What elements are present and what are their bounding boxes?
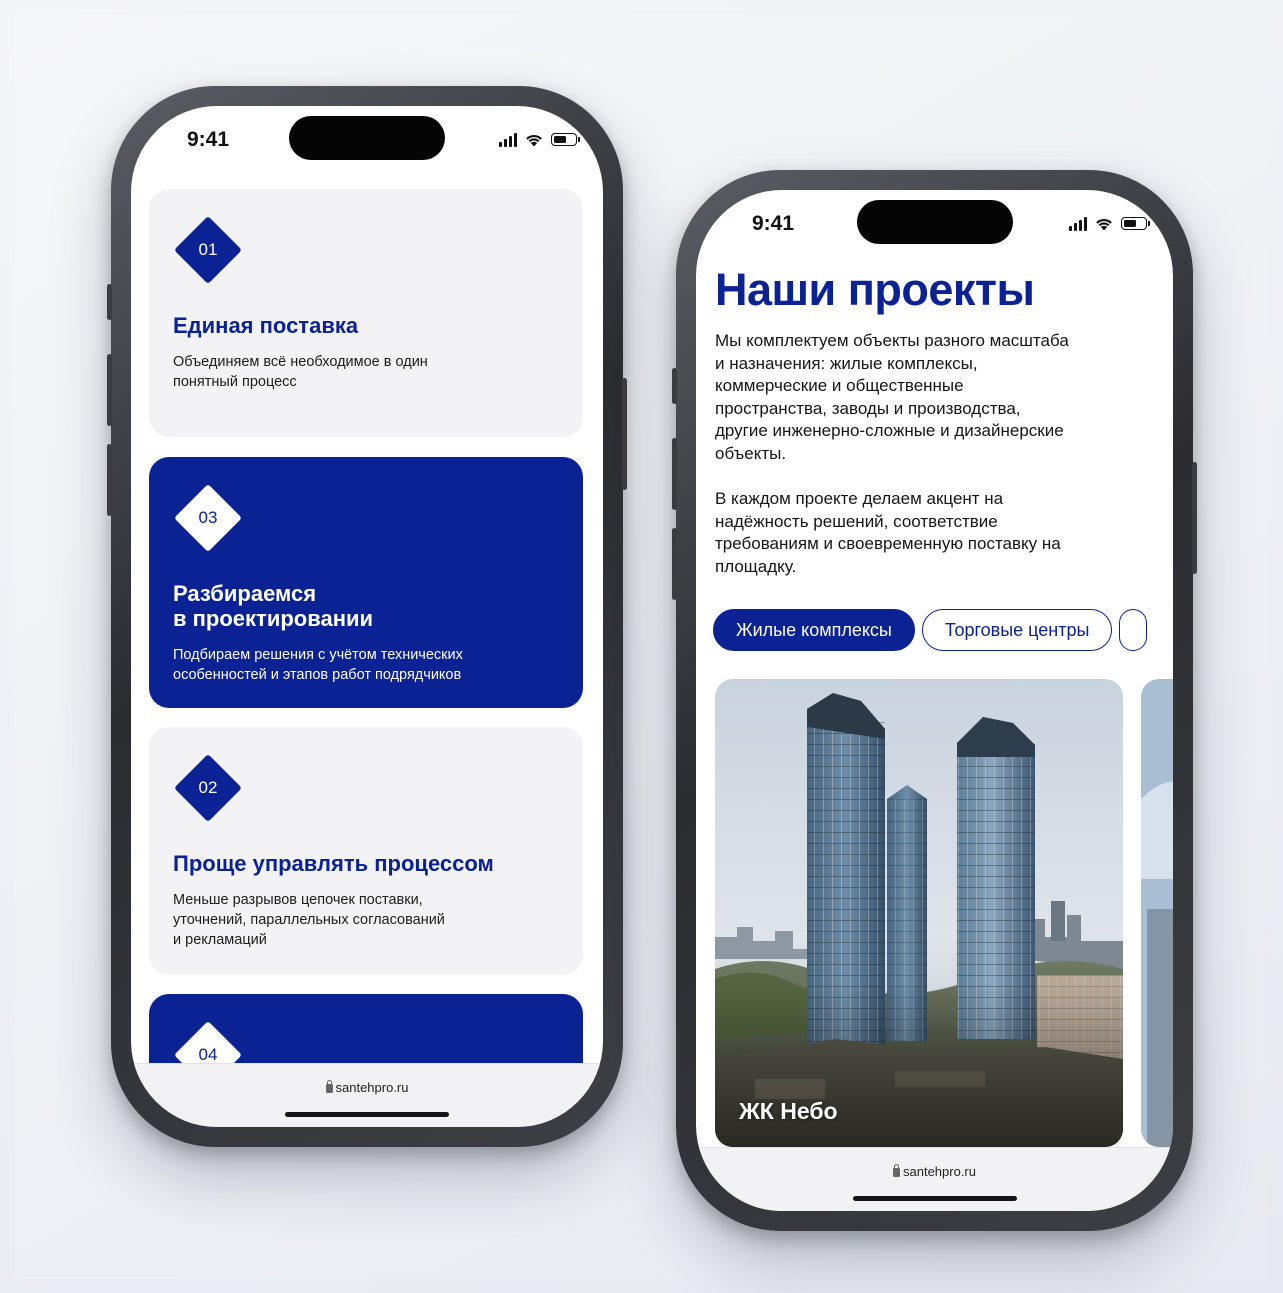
status-bar: 9:41: [131, 106, 603, 176]
battery-icon: [551, 133, 580, 146]
home-indicator[interactable]: [852, 1196, 1017, 1201]
card-description: Меньше разрывов цепочек поставки, уточне…: [173, 892, 445, 948]
right-phone-screen: 9:41 Наши проекты Мы комплектуем объекты…: [696, 190, 1173, 1211]
action-button: [672, 368, 677, 404]
battery-icon: [1121, 217, 1150, 230]
left-phone-screen: 9:41 01 Единая поставка Объединяем всё н…: [131, 106, 603, 1127]
status-time: 9:41: [752, 212, 795, 235]
project-name: ЖК Небо: [739, 1098, 838, 1124]
twin-skyscrapers-photo: [715, 679, 1123, 1147]
card-description: Объединяем всё необходимое в один понятн…: [173, 354, 428, 390]
power-button: [1192, 462, 1197, 574]
filter-chip-residential[interactable]: Жилые комплексы: [713, 609, 915, 651]
action-button: [107, 284, 112, 320]
card-number: 01: [198, 240, 218, 259]
url-display[interactable]: santehpro.ru: [131, 1080, 603, 1095]
project-card-next[interactable]: [1141, 679, 1173, 1147]
filter-chip-next[interactable]: [1119, 609, 1148, 651]
number-badge: 03: [173, 483, 243, 553]
project-card[interactable]: ЖК Небо: [715, 679, 1123, 1147]
card-title: Разбираемся в проектировании: [173, 581, 374, 631]
power-button: [622, 378, 627, 490]
wifi-icon: [526, 134, 542, 147]
status-bar: 9:41: [696, 190, 1173, 260]
volume-up-button: [107, 354, 112, 426]
volume-down-button: [107, 444, 112, 516]
lock-icon: [325, 1080, 333, 1093]
card-title: Единая поставка: [173, 313, 359, 338]
filter-chip-shopping-centers[interactable]: Торговые центры: [921, 609, 1113, 651]
home-indicator[interactable]: [285, 1112, 449, 1117]
card-title: Проще управлять процессом: [173, 851, 494, 876]
browser-address-bar[interactable]: santehpro.ru: [131, 1063, 603, 1127]
volume-down-button: [672, 528, 677, 600]
number-badge: 02: [173, 753, 243, 823]
right-phone: 9:41 Наши проекты Мы комплектуем объекты…: [672, 170, 1197, 1231]
card-number: 04: [198, 1045, 218, 1064]
number-badge: 01: [173, 215, 243, 285]
lock-icon: [893, 1164, 900, 1177]
dynamic-island: [856, 200, 1013, 244]
page-title: Наши проекты: [715, 264, 1035, 315]
cellular-signal-icon: [499, 132, 517, 147]
volume-up-button: [672, 438, 677, 510]
feature-card-02: 02 Проще управлять процессом Меньше разр…: [149, 727, 583, 975]
wifi-icon: [1096, 218, 1112, 231]
url-display[interactable]: santehpro.ru: [696, 1164, 1173, 1179]
browser-address-bar[interactable]: santehpro.ru: [696, 1147, 1173, 1211]
left-phone: 9:41 01 Единая поставка Объединяем всё н…: [107, 86, 627, 1147]
card-number: 02: [198, 778, 218, 797]
feature-card-03: 03 Разбираемся в проектировании Подбирае…: [149, 457, 583, 708]
card-number: 03: [198, 508, 218, 527]
feature-card-01: 01 Единая поставка Объединяем всё необхо…: [149, 189, 583, 437]
url-text: santehpro.ru: [335, 1080, 409, 1095]
cellular-signal-icon: [1069, 216, 1087, 231]
url-text: santehpro.ru: [903, 1164, 976, 1179]
status-icons: [1069, 216, 1150, 231]
dynamic-island: [289, 116, 445, 160]
next-project-photo: [1141, 679, 1173, 1147]
filter-chips: Жилые комплексы Торговые центры: [713, 609, 1148, 651]
status-time: 9:41: [187, 128, 230, 151]
card-description: Подбираем решения с учётом технических о…: [173, 647, 463, 683]
status-icons: [499, 132, 580, 147]
intro-text: Мы комплектуем объекты разного масштаба …: [715, 331, 1069, 576]
